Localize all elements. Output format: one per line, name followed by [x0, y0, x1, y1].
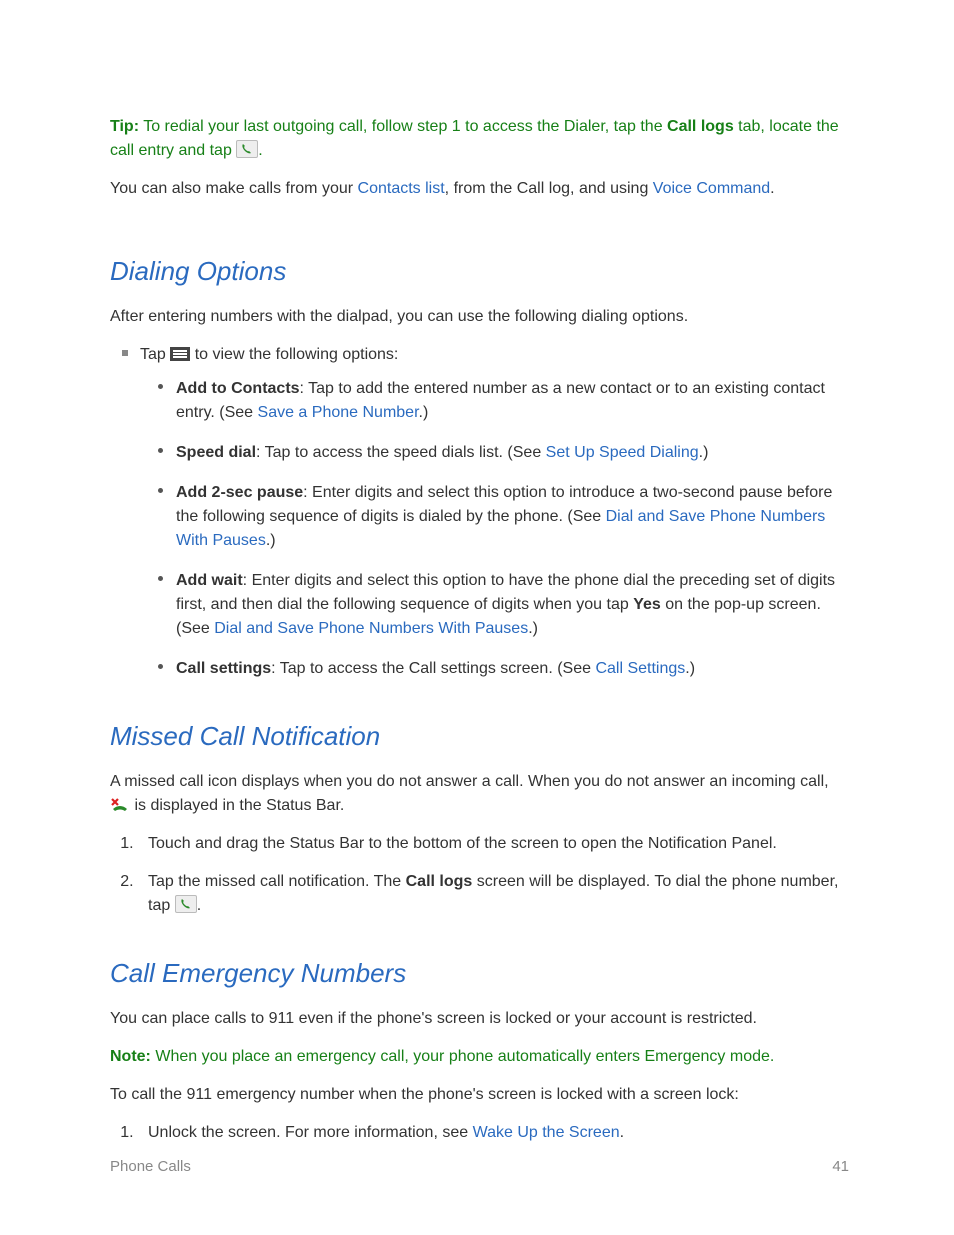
opt-post: .)	[528, 620, 538, 637]
intro-mid: , from the Call log, and using	[445, 180, 653, 197]
note-text: When you place an emergency call, your p…	[155, 1048, 774, 1065]
s2-post: .	[197, 897, 201, 914]
note-label: Note:	[110, 1048, 151, 1065]
tip-label: Tip:	[110, 118, 139, 135]
tap-post: to view the following options:	[190, 346, 398, 363]
footer-section: Phone Calls	[110, 1158, 191, 1175]
opt-post: .)	[266, 532, 276, 549]
menu-icon	[170, 347, 190, 361]
dialing-outer-list: Tap to view the following options: Add t…	[110, 343, 849, 681]
intro-pre: You can also make calls from your	[110, 180, 358, 197]
option-call-settings: Call settings: Tap to access the Call se…	[176, 657, 849, 681]
tip-text-3: .	[258, 142, 262, 159]
dialing-tap-item: Tap to view the following options: Add t…	[140, 343, 849, 681]
opt-bold: Call settings	[176, 660, 271, 677]
opt-bold: Add to Contacts	[176, 380, 300, 397]
e1-post: .	[620, 1124, 624, 1141]
link-dial-save-pauses-2[interactable]: Dial and Save Phone Numbers With Pauses	[214, 620, 528, 637]
option-add-to-contacts: Add to Contacts: Tap to add the entered …	[176, 377, 849, 425]
emergency-step-1: Unlock the screen. For more information,…	[138, 1121, 849, 1145]
tip-bold-call-logs: Call logs	[667, 118, 734, 135]
link-save-phone-number[interactable]: Save a Phone Number	[258, 404, 419, 421]
link-contacts-list[interactable]: Contacts list	[358, 180, 445, 197]
missed-lead-pre: A missed call icon displays when you do …	[110, 773, 829, 790]
opt-post: .)	[699, 444, 709, 461]
dial-icon	[236, 140, 258, 158]
opt-post: .)	[419, 404, 429, 421]
heading-dialing-options: Dialing Options	[110, 256, 849, 287]
missed-lead-post: is displayed in the Status Bar.	[130, 797, 344, 814]
opt-bold: Add wait	[176, 572, 243, 589]
dialing-options-list: Add to Contacts: Tap to add the entered …	[140, 377, 849, 681]
page-footer: Phone Calls 41	[110, 1158, 849, 1175]
opt-bold: Add 2-sec pause	[176, 484, 303, 501]
tip-paragraph: Tip: To redial your last outgoing call, …	[110, 115, 849, 163]
tip-text-1: To redial your last outgoing call, follo…	[143, 118, 667, 135]
tap-pre: Tap	[140, 346, 170, 363]
option-add-2sec-pause: Add 2-sec pause: Enter digits and select…	[176, 481, 849, 553]
link-call-settings[interactable]: Call Settings	[595, 660, 685, 677]
missed-steps: Touch and drag the Status Bar to the bot…	[110, 832, 849, 918]
dialing-lead: After entering numbers with the dialpad,…	[110, 305, 849, 329]
missed-call-icon	[110, 797, 130, 813]
opt-yes: Yes	[633, 596, 661, 613]
link-wake-up-screen[interactable]: Wake Up the Screen	[473, 1124, 620, 1141]
opt-text: : Tap to access the speed dials list. (S…	[256, 444, 546, 461]
opt-bold: Speed dial	[176, 444, 256, 461]
intro-paragraph: You can also make calls from your Contac…	[110, 177, 849, 201]
opt-text: : Tap to access the Call settings screen…	[271, 660, 595, 677]
heading-missed-call: Missed Call Notification	[110, 721, 849, 752]
footer-page-number: 41	[832, 1158, 849, 1175]
s2-pre: Tap the missed call notification. The	[148, 873, 406, 890]
e1-pre: Unlock the screen. For more information,…	[148, 1124, 473, 1141]
intro-post: .	[770, 180, 774, 197]
s2-bold: Call logs	[406, 873, 473, 890]
emergency-steps: Unlock the screen. For more information,…	[110, 1121, 849, 1145]
missed-step-1: Touch and drag the Status Bar to the bot…	[138, 832, 849, 856]
link-voice-command[interactable]: Voice Command	[653, 180, 770, 197]
link-set-up-speed-dialing[interactable]: Set Up Speed Dialing	[546, 444, 699, 461]
option-add-wait: Add wait: Enter digits and select this o…	[176, 569, 849, 641]
emergency-lead: You can place calls to 911 even if the p…	[110, 1007, 849, 1031]
missed-step-2: Tap the missed call notification. The Ca…	[138, 870, 849, 918]
heading-emergency: Call Emergency Numbers	[110, 958, 849, 989]
dial-icon	[175, 895, 197, 913]
missed-lead: A missed call icon displays when you do …	[110, 770, 849, 818]
emergency-note: Note: When you place an emergency call, …	[110, 1045, 849, 1069]
emergency-body: To call the 911 emergency number when th…	[110, 1083, 849, 1107]
option-speed-dial: Speed dial: Tap to access the speed dial…	[176, 441, 849, 465]
opt-post: .)	[685, 660, 695, 677]
